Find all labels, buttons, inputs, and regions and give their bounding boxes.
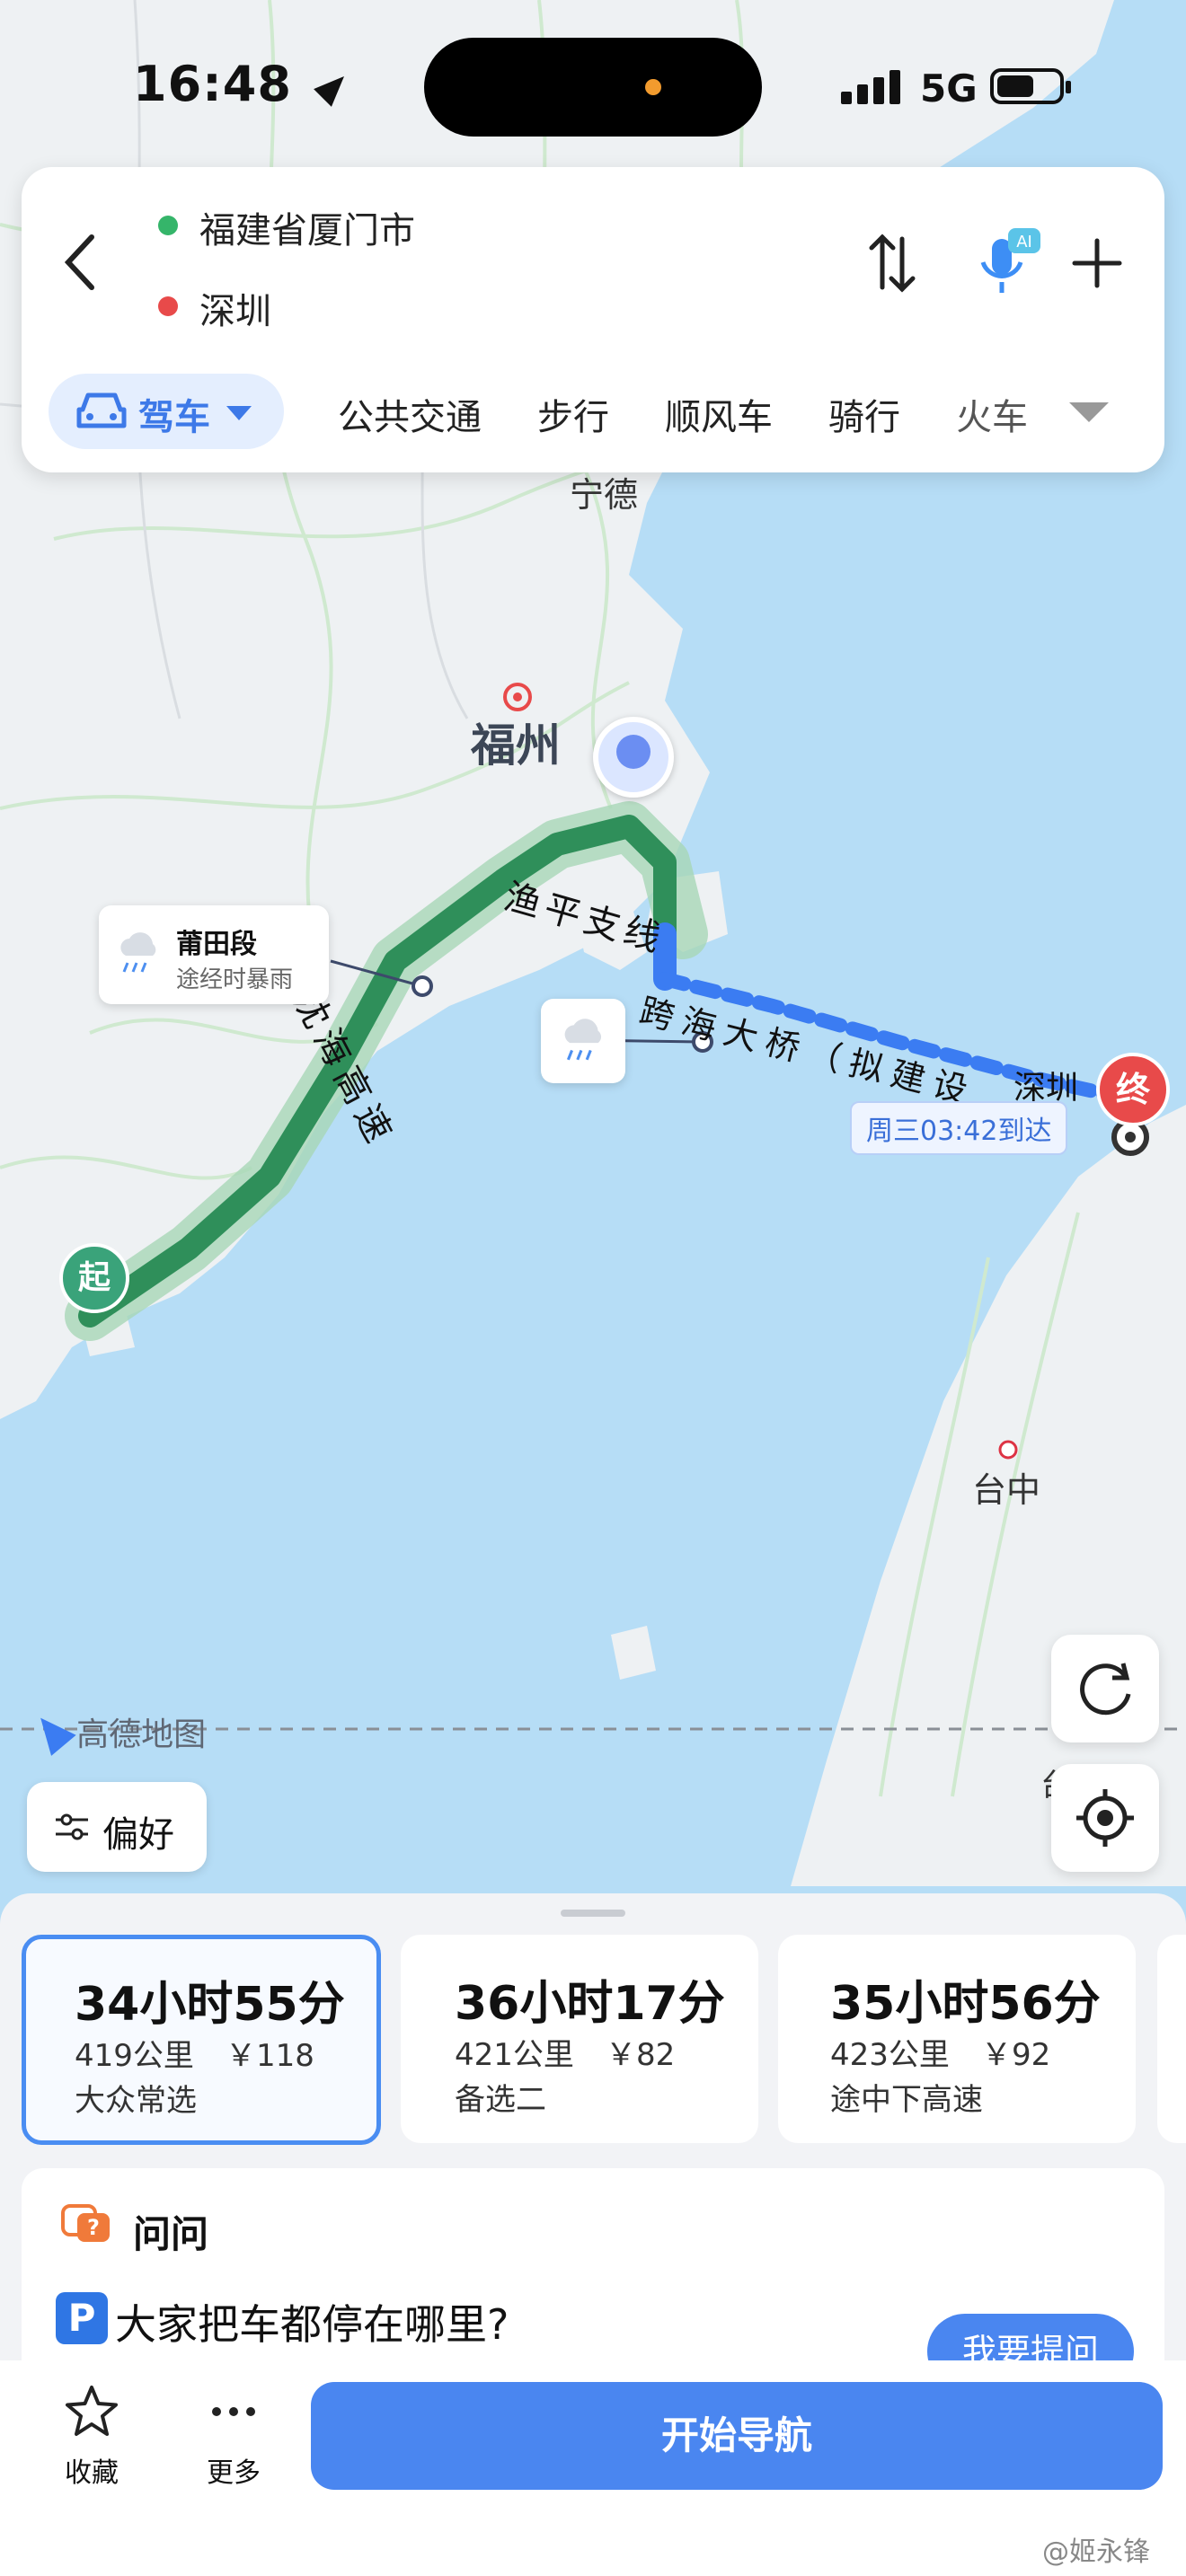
start-marker[interactable]: 起 xyxy=(59,1243,129,1313)
route-2-distance: 421公里 xyxy=(455,2037,574,2073)
car-icon xyxy=(75,388,128,433)
back-button[interactable] xyxy=(54,226,108,298)
refresh-button[interactable] xyxy=(1051,1635,1159,1742)
time-text: 16:48 xyxy=(133,56,292,112)
microphone-ai-icon: AI xyxy=(980,228,1040,293)
route-3-distance: 423公里 xyxy=(830,2037,950,2073)
mode-label-drive: 驾车 xyxy=(138,397,210,438)
route-2-time: 36小时17分 xyxy=(455,1977,725,2031)
mode-tab-train[interactable]: 火车 xyxy=(956,388,1028,440)
more-button[interactable]: 更多 xyxy=(196,2382,271,2490)
swap-button[interactable] xyxy=(864,230,920,296)
more-label: 更多 xyxy=(207,2457,261,2489)
route-3-tag: 途中下高速 xyxy=(830,2082,983,2118)
route-option-3[interactable]: 35小时56分 423公里 ￥92 途中下高速 xyxy=(778,1935,1136,2143)
route-3-cost: ￥92 xyxy=(981,2037,1051,2073)
swap-icon xyxy=(869,234,916,293)
origin-field[interactable]: 福建省厦门市 xyxy=(199,201,415,253)
route-1-time: 34小时55分 xyxy=(75,1978,345,2032)
destination-dot xyxy=(158,296,178,316)
ask-question[interactable]: 大家把车都停在哪里? xyxy=(115,2292,509,2351)
refresh-icon xyxy=(1080,1663,1131,1716)
route-1-tag: 大众常选 xyxy=(75,2083,197,2119)
dynamic-island xyxy=(424,38,762,137)
preference-label: 偏好 xyxy=(102,1814,174,1856)
route-3-time: 35小时56分 xyxy=(830,1977,1101,2031)
favorite-button[interactable]: 收藏 xyxy=(54,2382,129,2490)
destination-field[interactable]: 深圳 xyxy=(199,282,271,334)
weather-callout-subtitle: 途经时暴雨 xyxy=(176,966,294,993)
more-dots-icon xyxy=(212,2407,255,2416)
sheet-handle[interactable] xyxy=(561,1910,625,1917)
star-icon xyxy=(66,2386,118,2436)
rain-icon xyxy=(559,1015,607,1069)
question-bubble-icon: ? xyxy=(61,2204,111,2247)
rain-marker[interactable] xyxy=(541,999,625,1083)
preference-button[interactable]: 偏好 xyxy=(27,1782,207,1872)
city-label-taizhong: 台中 xyxy=(972,1470,1041,1510)
route-option-1[interactable]: 34小时55分 419公里 ￥118 大众常选 xyxy=(22,1935,381,2145)
mode-tab-transit[interactable]: 公共交通 xyxy=(338,388,482,440)
route-2-cost: ￥82 xyxy=(606,2037,676,2073)
logo-text: 高德地图 xyxy=(76,1716,207,1753)
chevron-left-icon xyxy=(64,234,94,290)
weather-callout[interactable]: 莆田段 途经时暴雨 xyxy=(99,905,329,1004)
add-waypoint-button[interactable] xyxy=(1069,235,1125,291)
arrival-time-label: 周三03:42到达 xyxy=(850,1101,1068,1155)
weather-callout-title: 莆田段 xyxy=(176,929,257,960)
start-navigation-button[interactable]: 开始导航 xyxy=(311,2382,1163,2490)
avatar-icon xyxy=(616,735,651,769)
locate-button[interactable] xyxy=(1051,1764,1159,1872)
parking-icon: P xyxy=(56,2292,108,2344)
route-option-4-partial[interactable] xyxy=(1157,1935,1186,2143)
mode-tab-bike[interactable]: 骑行 xyxy=(828,388,900,440)
plus-icon xyxy=(1072,238,1122,288)
rain-icon xyxy=(115,929,162,977)
city-label-fuzhou: 福州 xyxy=(471,719,561,772)
route-1-cost: ￥118 xyxy=(226,2038,314,2074)
svg-text:?: ? xyxy=(87,2215,100,2240)
more-modes-button[interactable] xyxy=(1069,402,1109,422)
network-type: 5G xyxy=(920,66,978,110)
caret-down-icon xyxy=(226,406,252,420)
status-time: 16:48 xyxy=(133,56,353,112)
locate-icon xyxy=(1076,1789,1134,1847)
user-location-avatar[interactable] xyxy=(593,717,674,798)
sliders-icon xyxy=(54,1813,90,1841)
island-indicator xyxy=(645,79,661,95)
mode-tab-walk[interactable]: 步行 xyxy=(537,388,609,440)
logo-arrow-icon xyxy=(28,1707,76,1756)
svg-text:AI: AI xyxy=(1016,233,1032,251)
mode-tab-carpool[interactable]: 顺风车 xyxy=(665,388,773,440)
route-option-2[interactable]: 36小时17分 421公里 ￥82 备选二 xyxy=(401,1935,758,2143)
watermark: @姬永锋 xyxy=(1042,2536,1150,2568)
voice-ai-button[interactable]: AI xyxy=(967,223,1048,304)
map-logo: 高德地图 xyxy=(28,1707,207,1756)
favorite-label: 收藏 xyxy=(65,2457,119,2489)
route-1-distance: 419公里 xyxy=(75,2038,194,2074)
ask-title: 问问 xyxy=(133,2212,209,2256)
battery-icon xyxy=(990,68,1071,104)
signal-icon xyxy=(841,68,904,104)
end-marker[interactable]: 终 xyxy=(1096,1053,1170,1126)
city-label-ningde: 宁德 xyxy=(570,475,639,515)
origin-dot xyxy=(158,216,178,235)
route-2-tag: 备选二 xyxy=(455,2082,546,2118)
